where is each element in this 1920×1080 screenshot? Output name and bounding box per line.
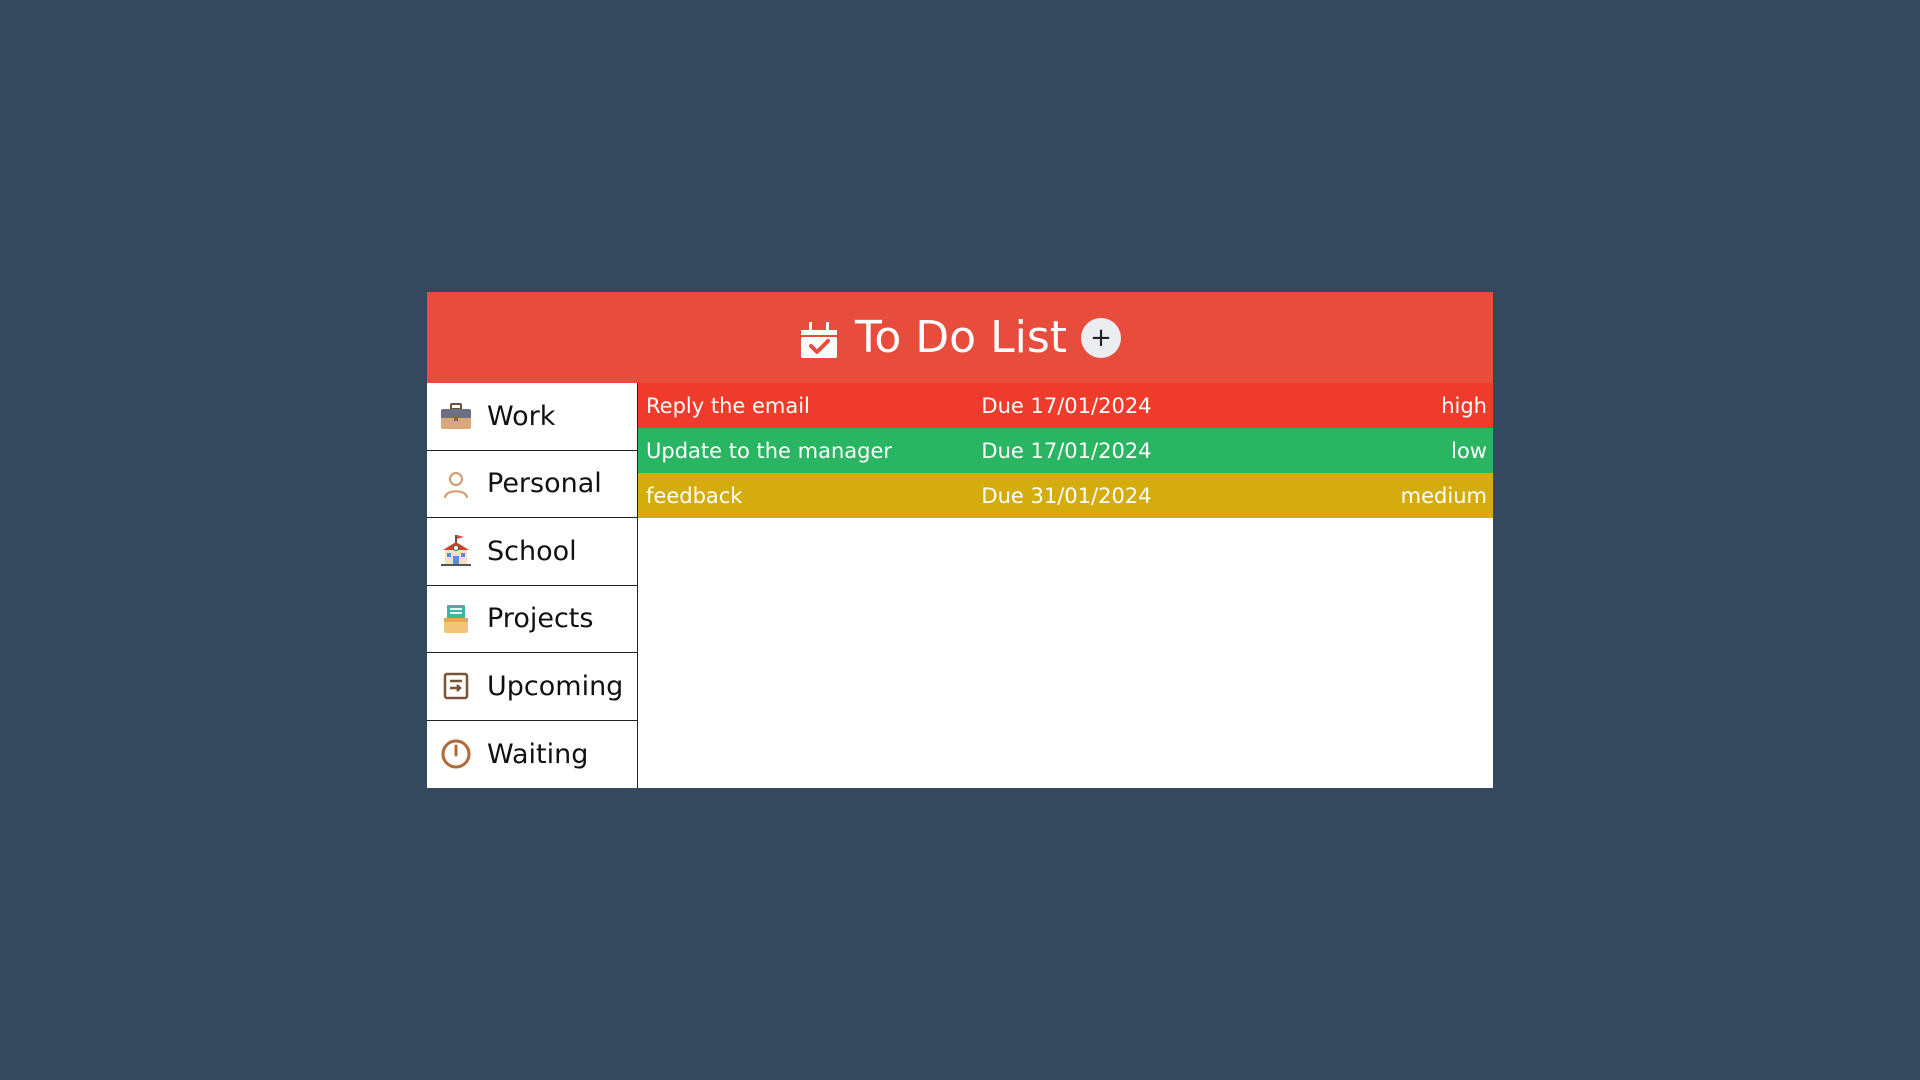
sidebar-item-label: Personal <box>487 468 602 500</box>
task-due-date: Due 17/01/2024 <box>981 393 1152 418</box>
sidebar-item-label: Upcoming <box>487 670 624 702</box>
sidebar-item-projects[interactable]: Projects <box>427 585 637 653</box>
task-name: Reply the email <box>646 393 810 418</box>
page-title: To Do List <box>854 311 1067 363</box>
projects-icon <box>439 602 473 636</box>
school-icon <box>439 534 473 568</box>
add-button-label: + <box>1090 322 1112 353</box>
task-due-date: Due 17/01/2024 <box>981 438 1152 463</box>
sidebar-item-work[interactable]: Work <box>427 383 637 451</box>
task-row[interactable]: feedback Due 31/01/2024 medium <box>638 473 1493 518</box>
task-priority: medium <box>1400 483 1487 508</box>
task-row[interactable]: Update to the manager Due 17/01/2024 low <box>638 428 1493 473</box>
calendar-check-icon <box>800 321 837 358</box>
app-header: To Do List + <box>427 292 1493 383</box>
person-icon <box>439 467 473 501</box>
sidebar-item-school[interactable]: School <box>427 518 637 586</box>
category-sidebar: Work Personal School Projects Upcoming W… <box>427 383 638 788</box>
task-priority: high <box>1441 393 1487 418</box>
upcoming-icon <box>439 669 473 703</box>
clock-icon <box>439 737 473 771</box>
sidebar-item-label: Work <box>487 400 556 432</box>
app-body: Work Personal School Projects Upcoming W… <box>427 383 1493 788</box>
task-list: Reply the email Due 17/01/2024 high Upda… <box>638 383 1493 788</box>
sidebar-item-upcoming[interactable]: Upcoming <box>427 653 637 721</box>
sidebar-item-label: Projects <box>487 603 594 635</box>
sidebar-item-label: School <box>487 535 577 567</box>
task-due-date: Due 31/01/2024 <box>981 483 1152 508</box>
task-row[interactable]: Reply the email Due 17/01/2024 high <box>638 383 1493 428</box>
briefcase-icon <box>439 399 473 433</box>
task-name: feedback <box>646 483 743 508</box>
add-task-button[interactable]: + <box>1081 317 1121 358</box>
todo-app: To Do List + Work Personal School Projec… <box>427 292 1493 788</box>
sidebar-item-waiting[interactable]: Waiting <box>427 720 637 788</box>
task-name: Update to the manager <box>646 438 893 463</box>
sidebar-item-personal[interactable]: Personal <box>427 450 637 518</box>
sidebar-item-label: Waiting <box>487 738 589 770</box>
task-priority: low <box>1451 438 1487 463</box>
